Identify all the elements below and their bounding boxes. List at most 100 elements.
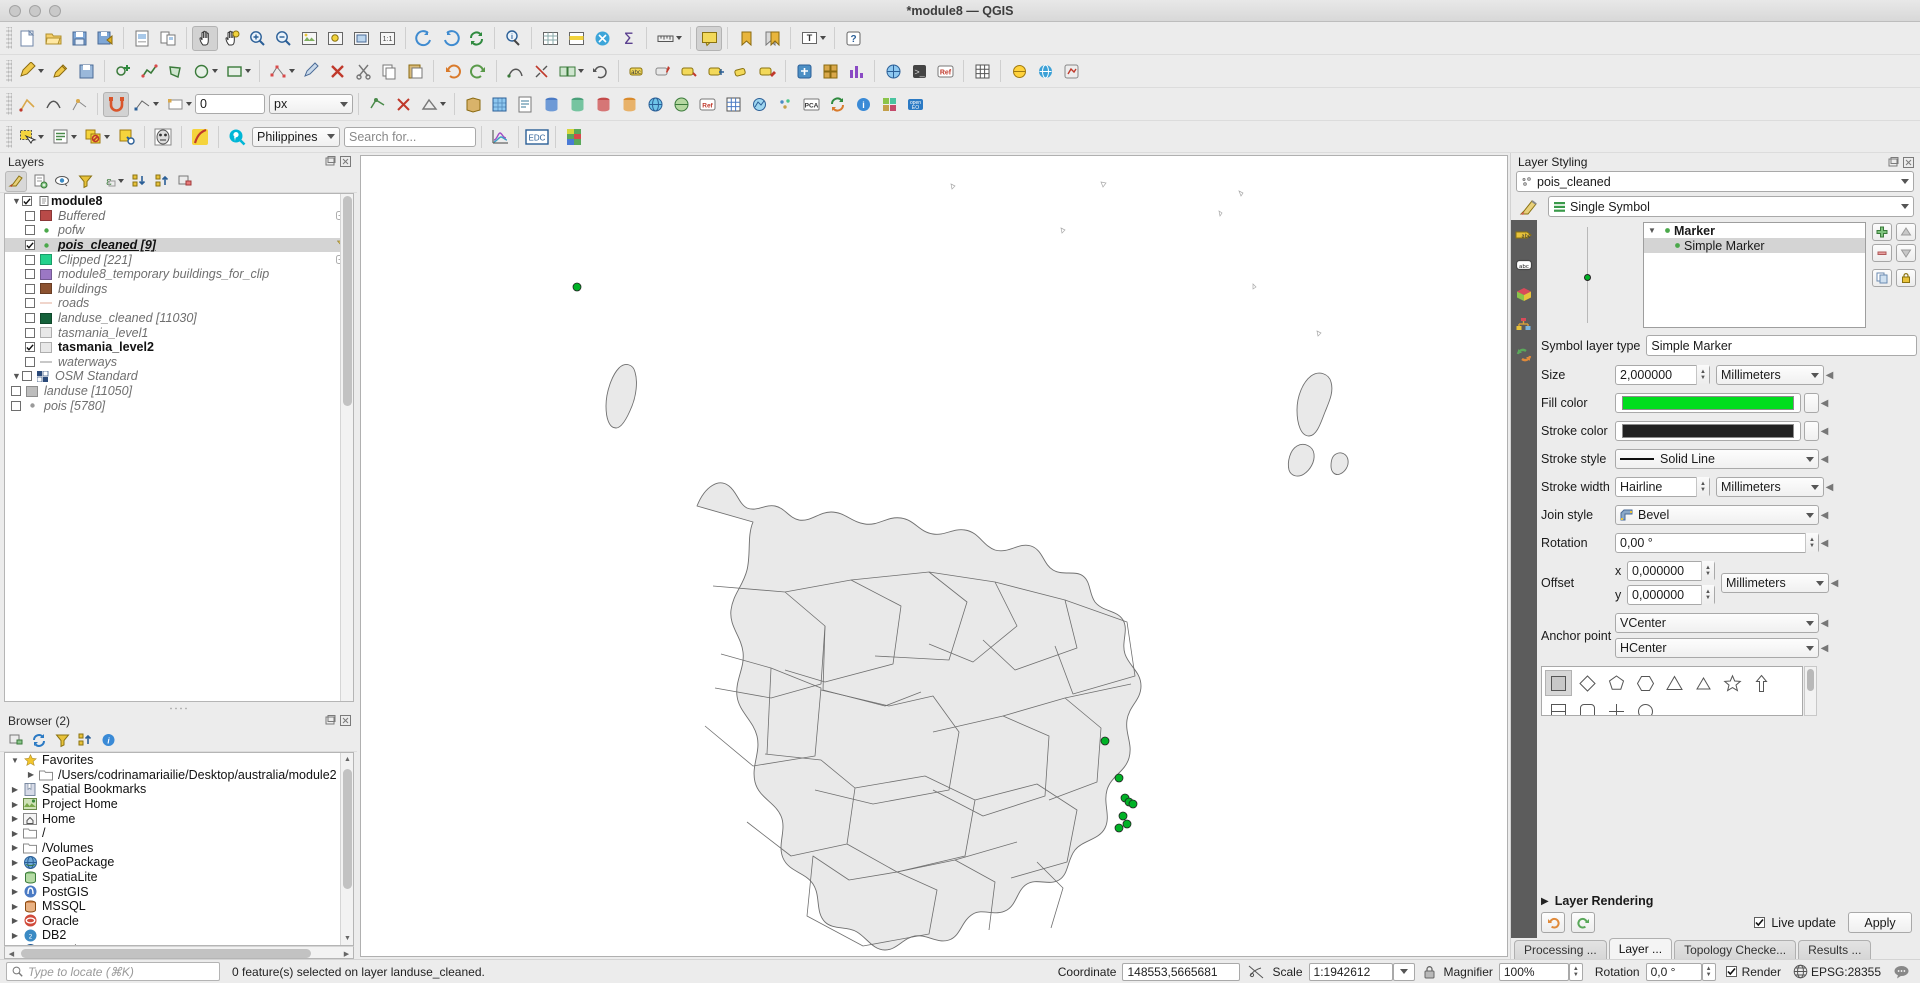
close-browser-panel-icon[interactable]	[340, 715, 351, 726]
rotation-data-defined-override-icon[interactable]: ◀	[1819, 536, 1830, 550]
layer-visibility-checkbox[interactable]	[25, 313, 35, 323]
expand-arrow-icon[interactable]: ▶	[8, 887, 22, 896]
toolbar-row-selection[interactable]: Philippines Search for... EDC	[0, 121, 1920, 153]
show-bookmarks-icon[interactable]	[759, 26, 785, 51]
symbol-layer-tree[interactable]: ▼MarkerSimple Marker	[1643, 222, 1866, 328]
rotation-input[interactable]: 0,00 ° ▲▼	[1615, 533, 1819, 553]
size-input[interactable]: 2,000000 ▲▼	[1615, 365, 1710, 385]
group-visibility-checkbox[interactable]	[22, 196, 32, 206]
add-postgis-layer-icon[interactable]	[538, 92, 564, 117]
expand-arrow-icon[interactable]: ▶	[8, 916, 22, 925]
shape-triangle-cell[interactable]	[1661, 670, 1688, 696]
layer-row[interactable]: tasmania_level1	[5, 325, 353, 340]
layer-visibility-checkbox[interactable]	[25, 342, 35, 352]
size-data-defined-override-icon[interactable]: ◀	[1824, 368, 1835, 382]
zoom-selection-icon[interactable]	[322, 26, 348, 51]
remove-symbol-layer-button[interactable]	[1872, 244, 1892, 262]
snapping-mode-icon[interactable]	[129, 92, 155, 117]
plugin-c-icon[interactable]	[1058, 59, 1084, 84]
layer-rendering-section[interactable]: ▶ Layer Rendering	[1541, 894, 1917, 912]
stroke-width-input[interactable]: Hairline ▲▼	[1615, 477, 1710, 497]
qgis2web-icon[interactable]	[876, 92, 902, 117]
crs-globe-icon[interactable]	[1793, 964, 1808, 979]
search-provider-icon[interactable]	[224, 124, 250, 149]
expand-arrow-icon[interactable]: ▶	[8, 931, 22, 940]
layer-row[interactable]: Clipped [221]	[5, 252, 353, 267]
plugin-search-input[interactable]: Search for...	[344, 127, 476, 147]
undo-icon[interactable]	[439, 59, 465, 84]
stroke-style-dropdown[interactable]: Solid Line	[1615, 449, 1819, 469]
layer-row[interactable]: landuse_cleaned [11030]	[5, 311, 353, 326]
expand-arrow-icon[interactable]: ▶	[8, 800, 22, 809]
ref-plugin-icon[interactable]: Ref	[932, 59, 958, 84]
close-styling-panel-icon[interactable]	[1903, 157, 1914, 168]
symbol-layer-row[interactable]: Simple Marker	[1644, 238, 1865, 253]
country-filter-dropdown[interactable]: Philippines	[252, 127, 340, 147]
add-symbol-layer-button[interactable]	[1872, 223, 1892, 241]
georeferencer-icon[interactable]	[880, 59, 906, 84]
zoom-last-icon[interactable]	[411, 26, 437, 51]
add-wfs-layer-icon[interactable]: Ref	[694, 92, 720, 117]
browser-properties-icon[interactable]: i	[97, 730, 119, 751]
browser-item[interactable]: ▼Favorites	[5, 753, 353, 768]
show-hide-labels-icon[interactable]	[676, 59, 702, 84]
pan-map-icon[interactable]	[192, 26, 218, 51]
duplicate-symbol-layer-button[interactable]	[1872, 269, 1892, 287]
add-point-cloud-icon[interactable]	[772, 92, 798, 117]
text-annotation-icon[interactable]: T	[796, 26, 822, 51]
create-grid-icon[interactable]	[817, 59, 843, 84]
expand-arrow-icon[interactable]: ▼	[11, 371, 22, 381]
renderer-type-dropdown[interactable]: Single Symbol	[1548, 196, 1914, 217]
expand-arrow-icon[interactable]: ▶	[24, 770, 38, 779]
join-style-dropdown[interactable]: Bevel	[1615, 505, 1819, 525]
size-units-dropdown[interactable]: Millimeters	[1716, 365, 1824, 385]
field-calculator-icon[interactable]	[589, 26, 615, 51]
trace-icon[interactable]	[40, 92, 66, 117]
remove-layer-icon[interactable]	[174, 171, 196, 192]
show-layout-manager-icon[interactable]	[155, 26, 181, 51]
layer-visibility-checkbox[interactable]	[25, 211, 35, 221]
scale-chart-icon[interactable]	[487, 124, 513, 149]
expand-arrow-icon[interactable]: ▶	[8, 843, 22, 852]
add-raster-layer-icon[interactable]	[486, 92, 512, 117]
browser-item[interactable]: ▶Spatial Bookmarks	[5, 782, 353, 797]
styling-vertical-tabs[interactable]: abc abc	[1511, 220, 1537, 938]
save-layer-edits-icon[interactable]	[73, 59, 99, 84]
add-delimited-text-icon[interactable]	[512, 92, 538, 117]
layer-visibility-checkbox[interactable]	[25, 284, 35, 294]
dock-tab[interactable]: Processing ...	[1514, 940, 1607, 959]
fill-color-dropdown[interactable]	[1804, 393, 1819, 413]
identify-features-icon[interactable]: i	[500, 26, 526, 51]
open-attribute-table-icon[interactable]	[537, 26, 563, 51]
add-selected-layers-icon[interactable]	[5, 730, 27, 751]
toggle-extents-icon[interactable]	[1248, 965, 1264, 979]
expand-all-icon[interactable]	[128, 171, 150, 192]
dock-tab[interactable]: Results ...	[1798, 940, 1871, 959]
layer-row[interactable]: Buffered	[5, 209, 353, 224]
advanced-digitizing-icon[interactable]	[66, 92, 92, 117]
sum-icon[interactable]: Σ	[615, 26, 641, 51]
expand-arrow-icon[interactable]: ▼	[8, 756, 22, 765]
lock-symbol-layer-button[interactable]	[1896, 269, 1916, 287]
join-style-data-defined-override-icon[interactable]: ◀	[1819, 508, 1830, 522]
zoom-in-icon[interactable]	[244, 26, 270, 51]
save-project-as-icon[interactable]	[92, 26, 118, 51]
3d-view-tab-icon[interactable]	[1514, 285, 1534, 305]
browser-item[interactable]: ▶Project Home	[5, 797, 353, 812]
labels-tab-icon[interactable]: abc	[1514, 225, 1534, 245]
scroll-right-arrow[interactable]: ▶	[340, 947, 353, 960]
expand-arrow-icon[interactable]: ▶	[8, 902, 22, 911]
dock-tab[interactable]: Topology Checke...	[1674, 940, 1796, 959]
layer-visibility-checkbox[interactable]	[11, 401, 21, 411]
browser-item[interactable]: ▶/	[5, 826, 353, 841]
add-point-feature-icon[interactable]	[110, 59, 136, 84]
fill-color-button[interactable]	[1615, 393, 1801, 413]
magnifier-stepper[interactable]: ▲▼	[1569, 963, 1583, 981]
float-styling-panel-icon[interactable]	[1888, 157, 1899, 168]
move-label-icon[interactable]	[702, 59, 728, 84]
toggle-editing-icon[interactable]	[47, 59, 73, 84]
dock-tab[interactable]: Layer ...	[1609, 938, 1672, 959]
filter-legend-icon[interactable]	[74, 171, 96, 192]
offset-data-defined-override-icon[interactable]: ◀	[1829, 576, 1840, 590]
toolbar-grip[interactable]	[6, 60, 12, 82]
